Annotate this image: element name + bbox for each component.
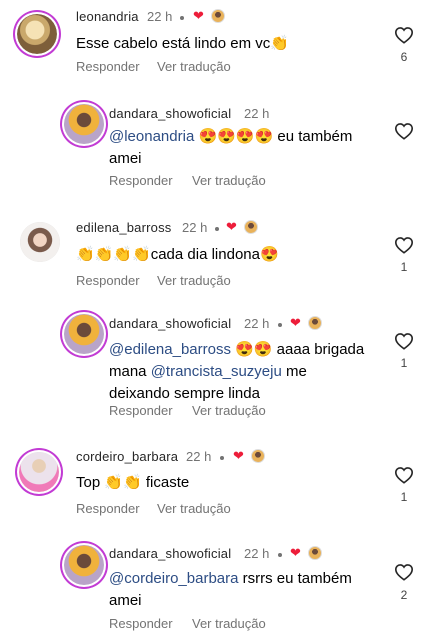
reply-button[interactable]: Responder (109, 173, 173, 188)
author-mini-avatar (308, 316, 322, 330)
avatar[interactable] (64, 314, 104, 354)
see-translation-button[interactable]: Ver tradução (192, 616, 266, 631)
author-liked-heart-icon: ❤ (290, 546, 301, 561)
see-translation-button[interactable]: Ver tradução (157, 501, 231, 516)
clap-emoji: 👏👏 (104, 474, 142, 491)
avatar[interactable] (19, 452, 59, 492)
mention-link[interactable]: @leonandria (109, 128, 194, 145)
like-button[interactable] (393, 464, 415, 486)
heart-outline-icon (394, 27, 414, 44)
author-mini-avatar (251, 449, 265, 463)
comment-item: edilena_barross 22 h ❤ 👏👏👏👏cada dia lind… (0, 210, 436, 310)
reply-button[interactable]: Responder (76, 501, 140, 516)
mention-link[interactable]: @trancista_suzyeju (151, 363, 282, 380)
comment-time: 22 h (147, 9, 173, 24)
heart-eyes-emoji: 😍 (259, 246, 279, 263)
like-button[interactable] (393, 561, 415, 583)
comment-time: 22 h (244, 316, 270, 331)
like-button[interactable] (393, 330, 415, 352)
like-count: 1 (400, 260, 408, 274)
mention-link[interactable]: @edilena_barross (109, 341, 231, 358)
reply-item: dandara_showoficial 22 h ❤ @edilena_barr… (0, 310, 436, 438)
reply-item: dandara_showoficial 22 h @leonandria 😍😍😍… (0, 100, 436, 210)
avatar[interactable] (64, 545, 104, 585)
author-mini-avatar (211, 9, 225, 23)
comment-item: cordeiro_barbara 22 h ❤ Top 👏👏 ficaste R… (0, 438, 436, 538)
reply-button[interactable]: Responder (109, 403, 173, 418)
comment-time: 22 h (244, 546, 270, 561)
separator-dot (215, 227, 219, 231)
heart-eyes-emoji: 😍😍 (235, 341, 273, 358)
clap-emoji: 👏👏👏👏 (76, 246, 151, 263)
like-count: 6 (400, 50, 408, 64)
heart-outline-icon (394, 123, 414, 140)
see-translation-button[interactable]: Ver tradução (192, 173, 266, 188)
see-translation-button[interactable]: Ver tradução (157, 59, 231, 74)
author-liked-heart-icon: ❤ (290, 316, 301, 331)
comment-text: @cordeiro_barbara rsrrs eu também amei (109, 570, 352, 609)
author-liked-heart-icon: ❤ (226, 220, 237, 235)
comment-text: @edilena_barross 😍😍 aaaa brigada mana @t… (109, 341, 365, 402)
author-mini-avatar (308, 546, 322, 560)
reply-button[interactable]: Responder (109, 616, 173, 631)
comment-username[interactable]: dandara_showoficial (109, 546, 231, 561)
author-liked-heart-icon: ❤ (233, 449, 244, 464)
like-button[interactable] (393, 24, 415, 46)
comment-username[interactable]: dandara_showoficial (109, 316, 231, 331)
comment-time: 22 h (182, 220, 208, 235)
avatar[interactable] (64, 104, 104, 144)
heart-outline-icon (394, 467, 414, 484)
comment-username[interactable]: dandara_showoficial (109, 106, 231, 121)
heart-outline-icon (394, 564, 414, 581)
reply-item: dandara_showoficial 22 h ❤ @cordeiro_bar… (0, 538, 436, 640)
comment-username[interactable]: cordeiro_barbara (76, 449, 178, 464)
separator-dot (180, 16, 184, 20)
author-mini-avatar (244, 220, 258, 234)
like-button[interactable] (393, 120, 415, 142)
like-count: 1 (400, 490, 408, 504)
heart-outline-icon (394, 237, 414, 254)
comment-username[interactable]: edilena_barross (76, 220, 172, 235)
reply-button[interactable]: Responder (76, 59, 140, 74)
comment-text: 👏👏👏👏cada dia lindona😍 (76, 246, 279, 263)
avatar[interactable] (17, 14, 57, 54)
comment-username[interactable]: leonandria (76, 9, 139, 24)
heart-eyes-emoji: 😍😍😍😍 (198, 128, 274, 145)
comment-item: leonandria 22 h ❤ Esse cabelo está lindo… (0, 0, 436, 100)
comment-time: 22 h (186, 449, 212, 464)
like-count: 2 (400, 588, 408, 602)
separator-dot (278, 553, 282, 557)
reply-button[interactable]: Responder (76, 273, 140, 288)
comment-time: 22 h (244, 106, 270, 121)
see-translation-button[interactable]: Ver tradução (192, 403, 266, 418)
avatar[interactable] (20, 222, 60, 262)
mention-link[interactable]: @cordeiro_barbara (109, 570, 238, 587)
see-translation-button[interactable]: Ver tradução (157, 273, 231, 288)
author-liked-heart-icon: ❤ (193, 9, 204, 24)
clap-emoji: 👏 (270, 35, 289, 52)
separator-dot (278, 323, 282, 327)
comment-text: @leonandria 😍😍😍😍 eu também amei (109, 128, 353, 167)
heart-outline-icon (394, 333, 414, 350)
comment-text: Top 👏👏 ficaste (76, 474, 190, 491)
like-button[interactable] (393, 234, 415, 256)
comment-text: Esse cabelo está lindo em vc👏 (76, 35, 289, 52)
like-count: 1 (400, 356, 408, 370)
separator-dot (220, 456, 224, 460)
